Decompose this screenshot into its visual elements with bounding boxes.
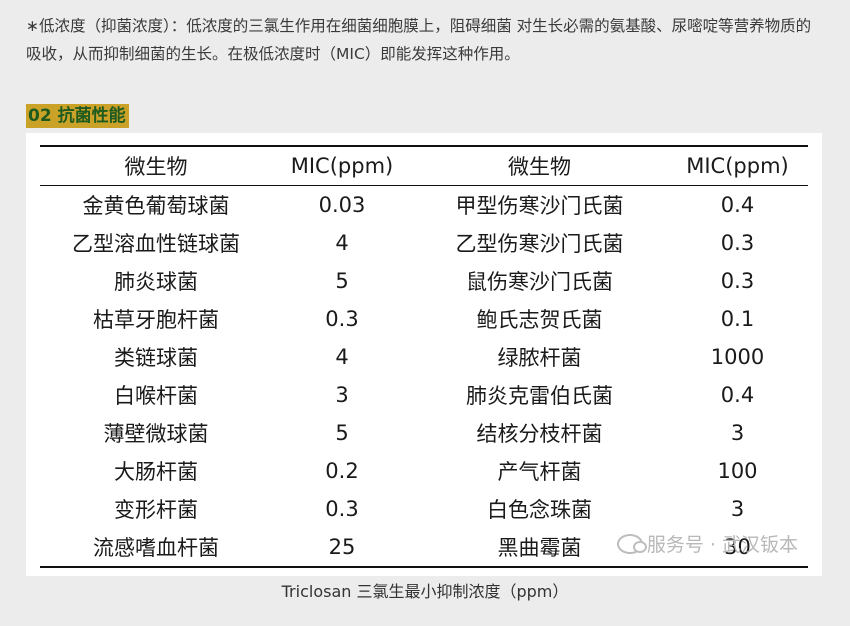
table-row: 白喉杆菌 3 肺炎克雷伯氏菌 0.4	[40, 376, 808, 414]
table-row: 乙型溶血性链球菌 4 乙型伤寒沙门氏菌 0.3	[40, 224, 808, 262]
table-row: 大肠杆菌 0.2 产气杆菌 100	[40, 452, 808, 490]
header-mic-1: MIC(ppm)	[272, 145, 412, 186]
mic-cell: 0.4	[720, 383, 755, 407]
mic-cell: 0.3	[720, 231, 755, 255]
organism-cell: 流感嗜血杆菌	[40, 528, 272, 568]
mic-cell: 0.3	[325, 497, 359, 521]
mic-cell: 1000	[710, 345, 765, 369]
mic-cell: 5	[335, 421, 349, 445]
mic-table: 微生物 MIC(ppm) 微生物 MIC(ppm) 金黄色葡萄球菌 0.03 甲型伤…	[40, 145, 808, 568]
table-row: 类链球菌 4 绿脓杆菌 1000	[40, 338, 808, 376]
table-row: 枯草牙胞杆菌 0.3 鲍氏志贺氏菌 0.1	[40, 300, 808, 338]
table-row: 变形杆菌 0.3 白色念珠菌 3	[40, 490, 808, 528]
organism-cell: 甲型伤寒沙门氏菌	[455, 194, 624, 218]
organism-cell: 大肠杆菌	[114, 460, 198, 484]
organism-cell: 白色念珠菌	[487, 498, 592, 522]
watermark-text: 服务号 · 武汉钣本	[646, 534, 798, 556]
mic-cell: 3	[335, 383, 349, 407]
table-row: 薄壁微球菌 5 结核分枝杆菌 3	[40, 414, 808, 452]
section-heading: 02 抗菌性能	[26, 104, 129, 128]
watermark: 服务号 · 武汉钣本	[616, 530, 798, 557]
table-header-row: 微生物 MIC(ppm) 微生物 MIC(ppm)	[40, 145, 808, 186]
organism-cell: 枯草牙胞杆菌	[93, 308, 219, 332]
mic-cell: 3	[730, 497, 745, 521]
mic-cell: 0.2	[325, 459, 359, 483]
mic-cell: 4	[335, 345, 349, 369]
organism-cell: 乙型溶血性链球菌	[72, 232, 240, 256]
organism-cell: 金黄色葡萄球菌	[82, 194, 230, 218]
header-mic-2: MIC(ppm)	[667, 145, 808, 186]
table-panel: 微生物 MIC(ppm) 微生物 MIC(ppm) 金黄色葡萄球菌 0.03 甲型伤…	[26, 133, 822, 576]
mic-cell: 5	[335, 269, 349, 293]
organism-cell: 鼠伤寒沙门氏菌	[466, 270, 613, 294]
organism-cell: 产气杆菌	[497, 460, 582, 484]
mic-cell: 100	[717, 459, 758, 483]
organism-cell: 薄壁微球菌	[103, 422, 209, 446]
table-row: 肺炎球菌 5 鼠伤寒沙门氏菌 0.3	[40, 262, 808, 300]
header-organism-1: 微生物	[40, 145, 272, 186]
table-row: 金黄色葡萄球菌 0.03 甲型伤寒沙门氏菌 0.4	[40, 186, 808, 225]
mic-cell: 0.3	[720, 269, 755, 293]
organism-cell: 鲍氏志贺氏菌	[476, 308, 603, 332]
mic-cell: 25	[272, 528, 412, 568]
organism-cell: 白喉杆菌	[114, 384, 198, 408]
mic-cell: 0.1	[720, 307, 755, 331]
organism-cell: 变形杆菌	[114, 498, 198, 522]
mic-cell: 3	[730, 421, 745, 445]
organism-cell: 结核分枝杆菌	[476, 422, 603, 446]
table-caption: Triclosan 三氯生最小抑制浓度（ppm）	[281, 582, 569, 601]
organism-cell: 类链球菌	[114, 346, 198, 370]
organism-cell: 肺炎克雷伯氏菌	[466, 384, 613, 408]
chat-bubble-icon	[616, 533, 647, 554]
header-organism-2: 微生物	[412, 145, 667, 186]
intro-paragraph: ∗低浓度（抑菌浓度）：低浓度的三氯生作用在细菌细胞膜上，阻碍细菌 对生长必需的氨…	[26, 17, 812, 63]
organism-cell: 绿脓杆菌	[497, 346, 582, 370]
organism-cell: 肺炎球菌	[114, 270, 198, 294]
mic-cell: 0.3	[325, 307, 359, 331]
mic-cell: 4	[335, 231, 349, 255]
mic-cell: 0.03	[318, 193, 366, 217]
organism-cell: 乙型伤寒沙门氏菌	[455, 232, 624, 256]
mic-cell: 0.4	[720, 193, 755, 217]
